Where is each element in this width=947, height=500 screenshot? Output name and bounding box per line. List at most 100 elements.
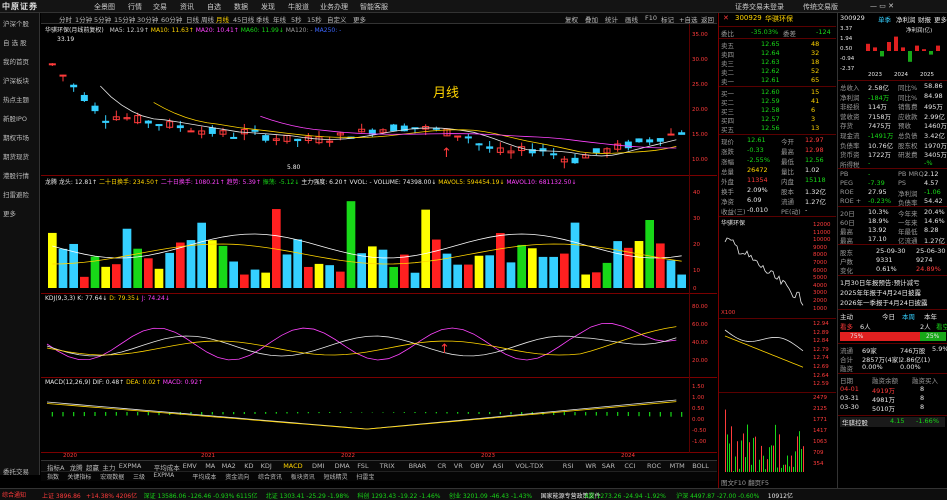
- rating-tab[interactable]: 本周: [902, 311, 915, 321]
- sidebar-item-ipo[interactable]: 新股IPO: [3, 113, 27, 123]
- rating-tab[interactable]: 本年: [924, 311, 937, 321]
- tab-15min[interactable]: 15分钟: [114, 14, 135, 24]
- tick-volume-mini-chart[interactable]: 2479 2125 1771 1417 1063 709 354: [721, 394, 835, 474]
- sidebar-item-themes[interactable]: 热点主题: [3, 94, 29, 104]
- menu-item-news[interactable]: 资讯: [180, 2, 194, 12]
- kdj-panel[interactable]: KDJ(9,3,3) K: 77.64↓ D: 79.35↓ J: 74.24↓…: [41, 294, 717, 378]
- close-icon[interactable]: ✕: [723, 14, 729, 22]
- adjust-button[interactable]: 复权: [565, 14, 578, 24]
- indicator-tab[interactable]: MA2: [222, 462, 236, 470]
- sidebar-item-risk[interactable]: 扫雷避险: [3, 189, 29, 199]
- tab-5sec[interactable]: 5秒: [291, 14, 302, 24]
- volume-chart[interactable]: [41, 176, 717, 294]
- tab-15sec[interactable]: 15秒: [307, 14, 322, 24]
- status-index[interactable]: 深证 13586.06 -126.46 -0.93% 6115亿: [144, 491, 258, 500]
- tab-5min[interactable]: 5分钟: [94, 14, 111, 24]
- bid-row[interactable]: 买四 12.57 3: [721, 115, 834, 125]
- status-index[interactable]: 创业 3201.09 -46.43 -1.43%: [449, 491, 532, 500]
- menu-item-trade[interactable]: 交易: [153, 2, 167, 12]
- indicator-tab[interactable]: OBV: [470, 462, 484, 470]
- sub-tab[interactable]: 扫雷宝: [356, 472, 374, 481]
- indicator-tab[interactable]: BOLL: [692, 462, 709, 470]
- tab-weekly[interactable]: 周线: [201, 14, 214, 24]
- sub-tab[interactable]: 资金流向: [225, 472, 249, 481]
- f10-tab-report[interactable]: 财报: [918, 14, 931, 24]
- indicator-tab[interactable]: RSI: [563, 462, 574, 470]
- indicator-tab[interactable]: ROC: [647, 462, 661, 470]
- ask-row[interactable]: 卖三 12.63 18: [721, 58, 834, 68]
- sidebar-item-sectors[interactable]: 沪深板块: [3, 75, 29, 85]
- indicator-tab[interactable]: TRIX: [380, 462, 395, 470]
- indicator-tab[interactable]: EMV: [183, 462, 197, 470]
- kline-chart[interactable]: [41, 24, 717, 176]
- margin-row[interactable]: 03-31 4981万 8: [840, 394, 945, 404]
- stats-button[interactable]: 统计: [605, 14, 618, 24]
- menu-item-discover[interactable]: 发现: [261, 2, 275, 12]
- tab-60min[interactable]: 60分钟: [161, 14, 182, 24]
- trade-login-status[interactable]: 证券交易未登录: [735, 2, 784, 12]
- menu-item-data[interactable]: 数据: [234, 2, 248, 12]
- classic-trade-link[interactable]: 传统交易版: [803, 2, 838, 12]
- ask-row[interactable]: 卖二 12.62 52: [721, 67, 834, 77]
- menu-item-niugudao[interactable]: 牛股道: [288, 2, 309, 12]
- indicator-tab[interactable]: EXPMA: [119, 462, 142, 470]
- tab-45day[interactable]: 45日线: [233, 14, 254, 24]
- news-item[interactable]: 1月30日年报预告:预计减亏: [840, 277, 945, 287]
- indicator-tab[interactable]: FSL: [357, 462, 368, 470]
- indicator-tab[interactable]: MTM: [670, 462, 685, 470]
- status-index[interactable]: 沪深 4497.87 -27.00 -0.60%: [676, 491, 759, 500]
- status-index[interactable]: 北证 1303.41 -25.29 -1.98%: [266, 491, 349, 500]
- tab-yearly[interactable]: 年线: [273, 14, 286, 24]
- ask-row[interactable]: 卖一 12.61 65: [721, 76, 834, 86]
- macd-panel[interactable]: MACD(12,26,9) DIF: 0.48↑ DEA: 0.02↑ MACD…: [41, 378, 717, 453]
- indicator-tab[interactable]: VR: [454, 462, 463, 470]
- mark-button[interactable]: 标记: [661, 14, 674, 24]
- status-index[interactable]: A股 1273.26 -24.94 -1.92%: [585, 491, 666, 500]
- tab-custom[interactable]: 自定义: [327, 14, 347, 24]
- sidebar-item-options[interactable]: 期权市场: [3, 132, 29, 142]
- sub-tab[interactable]: 宏观数据: [100, 472, 124, 481]
- margin-row[interactable]: 03-30 5010万 8: [840, 403, 945, 413]
- overlay-button[interactable]: 叠加: [585, 14, 598, 24]
- draw-button[interactable]: 画线: [625, 14, 638, 24]
- news-item[interactable]: 2025年年报于4月24日披露: [840, 287, 945, 297]
- indicator-tab[interactable]: VOL-TDX: [515, 462, 543, 470]
- sub-tab[interactable]: 三级: [133, 472, 145, 481]
- sidebar-item-watchlist[interactable]: 自 选 股: [3, 37, 27, 47]
- menu-item-support[interactable]: 智能客服: [360, 2, 388, 12]
- indicator-tab[interactable]: DMI: [312, 462, 325, 470]
- tab-more[interactable]: 更多: [353, 14, 366, 24]
- rating-tab[interactable]: 主动: [840, 311, 853, 321]
- news-item[interactable]: 2026年一季报于4月24日披露: [840, 297, 945, 307]
- f10-tab-more[interactable]: 更多: [934, 14, 947, 24]
- sub-tab[interactable]: 综合资讯: [258, 472, 282, 481]
- tab-30min[interactable]: 30分钟: [137, 14, 158, 24]
- indicator-tab[interactable]: MACD: [283, 462, 302, 470]
- sidebar-item-hk[interactable]: 港股行情: [3, 170, 29, 180]
- sub-tab[interactable]: 平均成本: [192, 472, 216, 481]
- macd-chart[interactable]: [41, 378, 717, 453]
- sub-tab[interactable]: 指数: [47, 472, 59, 481]
- controller-row[interactable]: 华骐控股 4.15 -1.66%: [840, 417, 945, 427]
- indicator-tab[interactable]: CCI: [624, 462, 635, 470]
- back-button[interactable]: 返回: [701, 14, 714, 24]
- indicator-tab[interactable]: SAR: [602, 462, 615, 470]
- menu-item-watchlist[interactable]: 自选: [207, 2, 221, 12]
- window-controls[interactable]: — ▭ ✕: [870, 2, 894, 10]
- status-index[interactable]: 科创 1293.43 -19.22 -1.46%: [357, 491, 440, 500]
- indicator-tab[interactable]: CR: [437, 462, 446, 470]
- tab-quarterly[interactable]: 季线: [256, 14, 269, 24]
- notice-label[interactable]: 综合通知: [2, 490, 26, 499]
- ask-row[interactable]: 卖五 12.65 48: [721, 40, 834, 50]
- status-index[interactable]: 上证 3896.86: [42, 491, 81, 500]
- f10-button[interactable]: F10: [645, 14, 657, 22]
- bid-row[interactable]: 买一 12.60 15: [721, 88, 834, 98]
- tab-monthly[interactable]: 月线: [216, 14, 229, 24]
- bid-row[interactable]: 买三 12.58 6: [721, 106, 834, 116]
- sub-tab[interactable]: 板块资讯: [291, 472, 315, 481]
- volume-panel[interactable]: 龙腾 龙头: 12.81↑ 二十日换手: 234.50↑ 二十日换手: 1080…: [41, 176, 717, 294]
- menu-item-business[interactable]: 业务办理: [320, 2, 348, 12]
- indicator-tab[interactable]: WR: [585, 462, 596, 470]
- indicator-tab[interactable]: KD: [244, 462, 253, 470]
- rating-tab[interactable]: 今日: [882, 311, 895, 321]
